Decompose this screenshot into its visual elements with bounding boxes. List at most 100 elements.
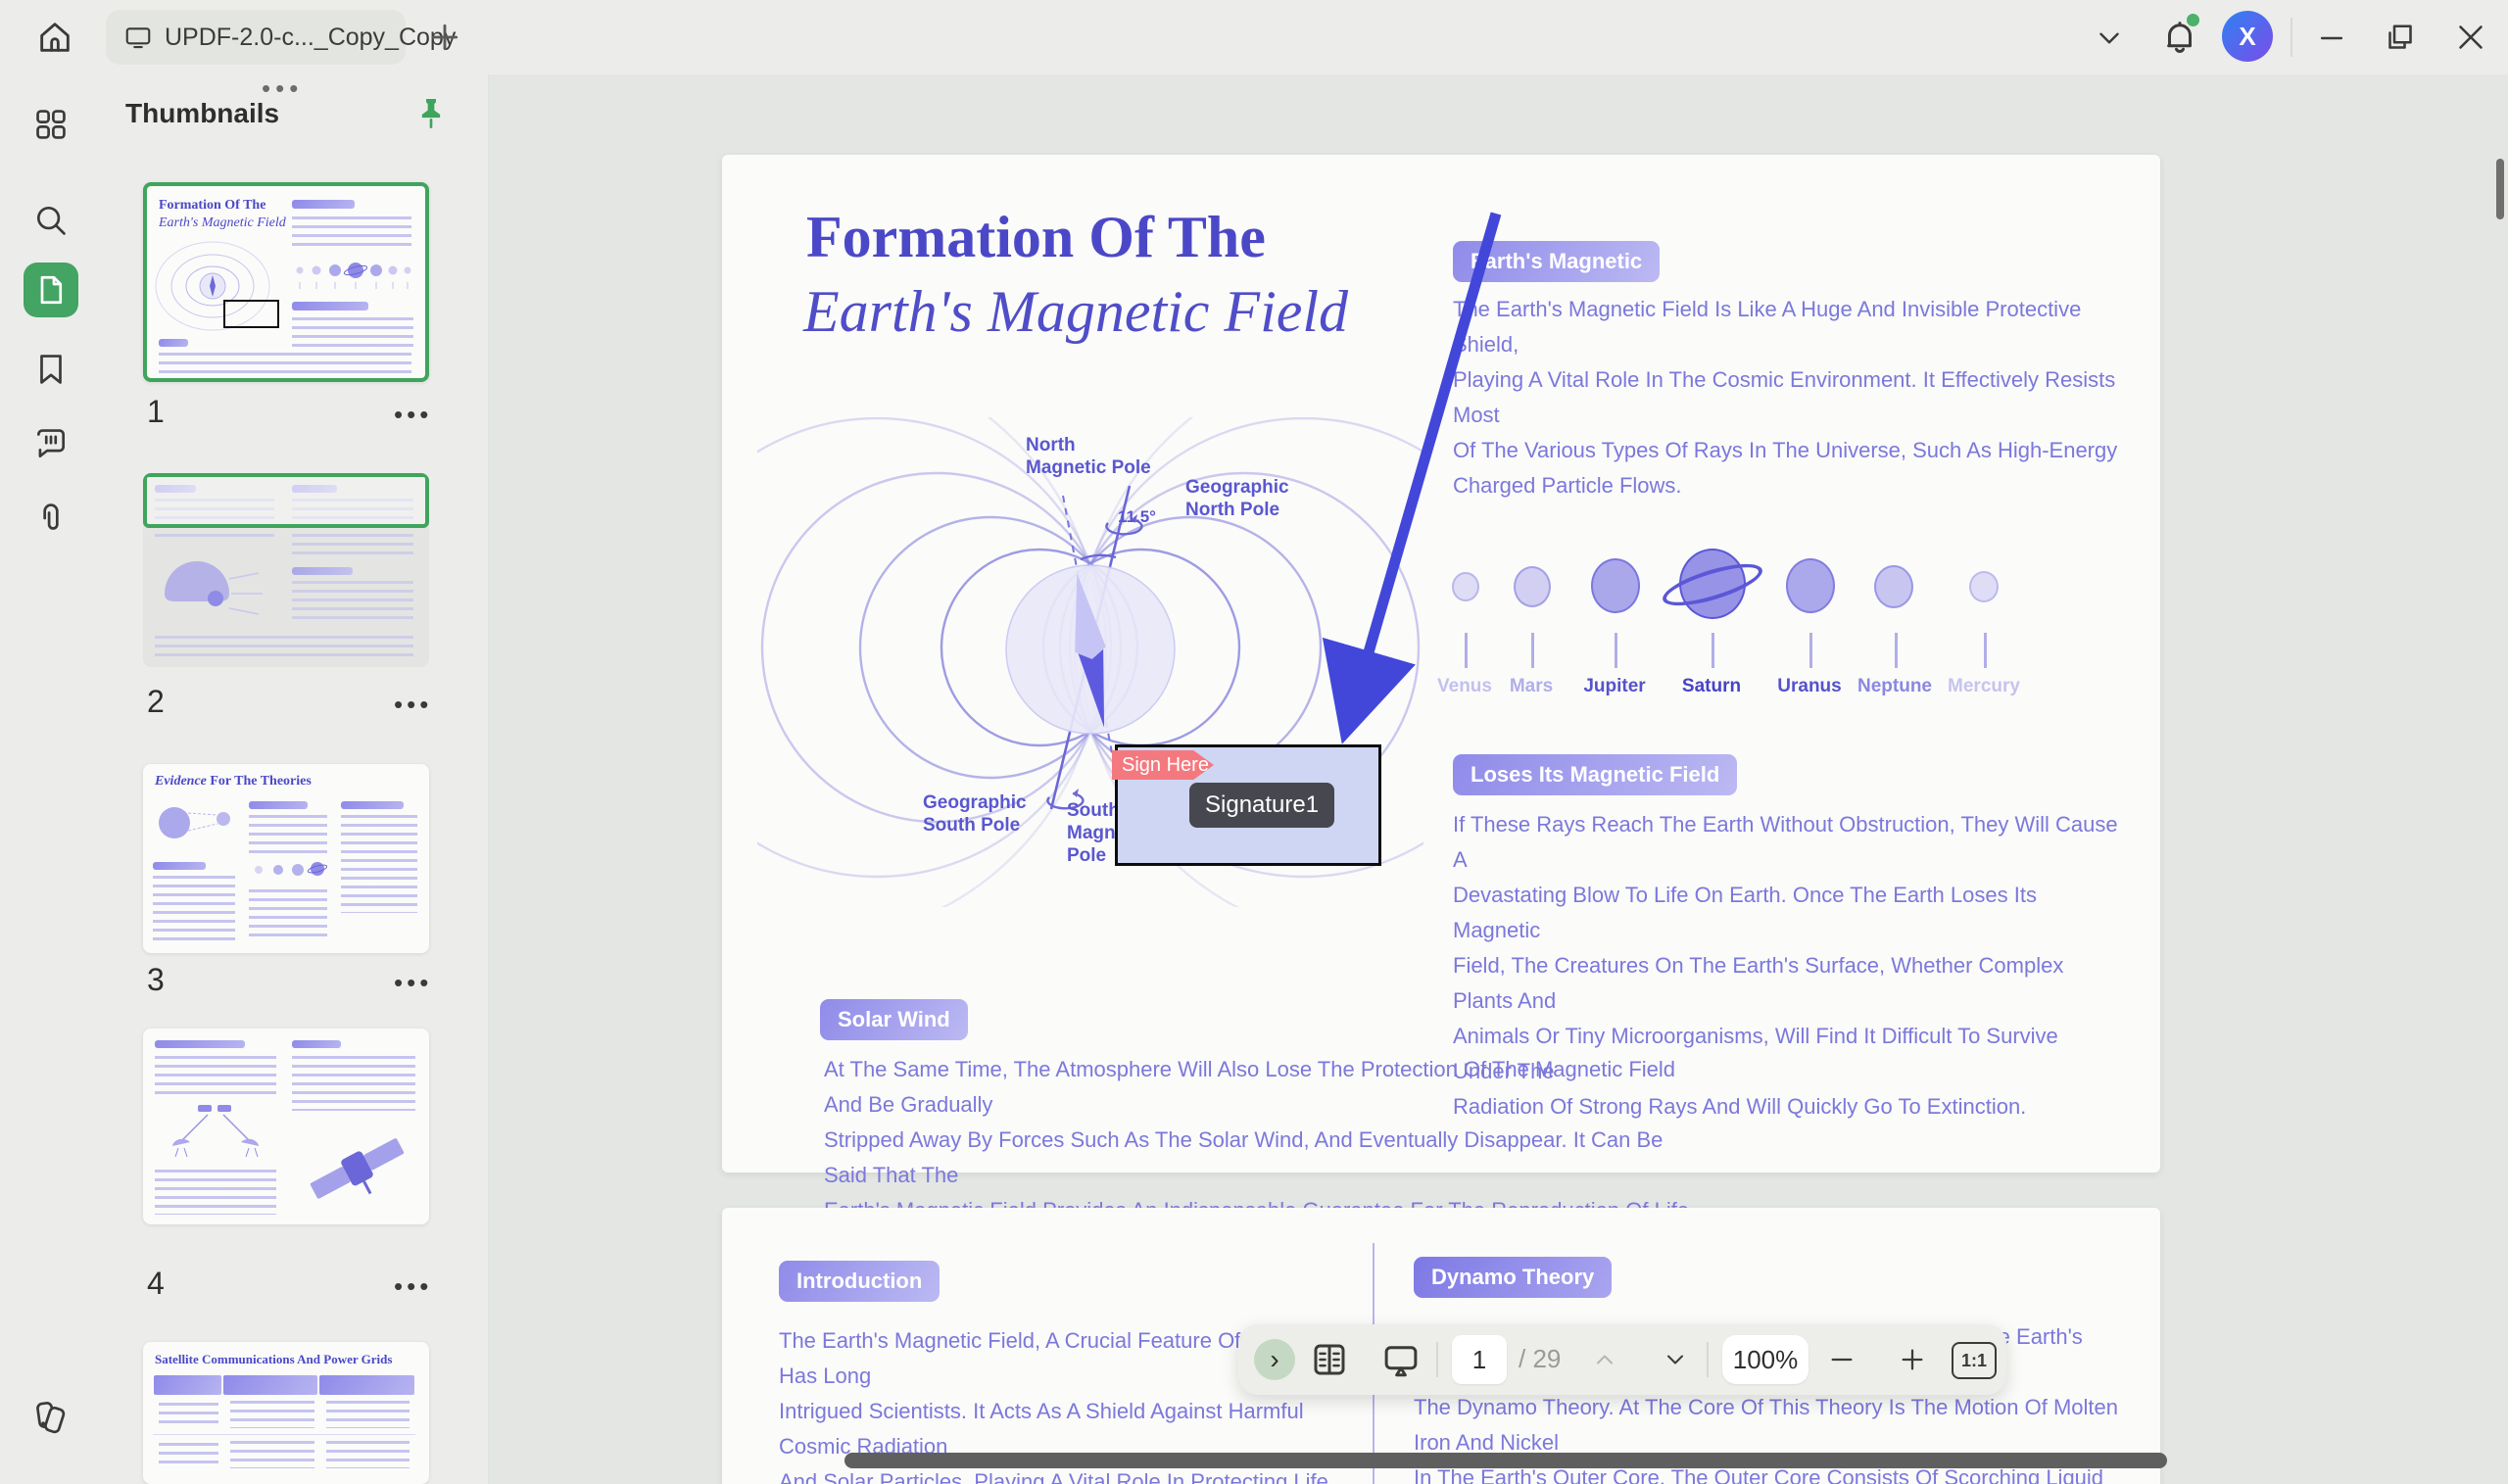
sidebar-item-panels[interactable] [32, 106, 70, 143]
thumb1-signature-rect [223, 300, 279, 328]
planet-tick [1615, 633, 1617, 668]
planet-tick [1809, 633, 1812, 668]
sidebar-item-search[interactable] [32, 202, 70, 239]
thumb3-badge [341, 801, 404, 809]
thumb3-diagram [151, 797, 241, 854]
presentation-mode-icon[interactable] [1379, 1339, 1423, 1380]
thumb3-title: Evidence For The Theories [155, 774, 312, 790]
signature-field-label: Signature1 [1205, 791, 1319, 818]
vertical-scrollbar[interactable] [2496, 159, 2504, 219]
planet-label: Mercury [1930, 676, 2038, 697]
tab-title: UPDF-2.0-c..._Copy_Copy [165, 24, 456, 52]
restore-window-button[interactable] [2383, 20, 2418, 55]
new-tab-button[interactable] [425, 18, 464, 57]
thumb3-badge [249, 801, 308, 809]
thumb4-badge [155, 1040, 245, 1048]
sidebar-item-bookmarks[interactable] [32, 351, 70, 388]
thumb2-core-diagram [153, 559, 270, 628]
doc-title-line1: Formation Of The [806, 204, 1266, 271]
zoom-out-icon[interactable] [1826, 1344, 1857, 1375]
section-text-earths-magnetic: The Earth's Magnetic Field Is Like A Hug… [1453, 292, 2119, 503]
monitor-icon [123, 23, 153, 52]
sidebar-item-thumbnails-active[interactable] [24, 263, 78, 317]
minimize-button[interactable] [2314, 22, 2349, 55]
thumbnail-menu-dots[interactable]: ••• [394, 400, 432, 430]
close-window-button[interactable] [2453, 20, 2488, 55]
app-titlebar: UPDF-2.0-c..._Copy_Copy X [0, 0, 2508, 74]
previous-page-chevron[interactable] [1589, 1346, 1620, 1373]
sidebar-item-attachments[interactable] [32, 500, 70, 537]
planet-tick [1531, 633, 1534, 668]
label-geographic-south-pole: Geographic South Pole [923, 791, 1027, 837]
zoom-in-icon[interactable] [1897, 1344, 1928, 1375]
thumb1-title-2: Earth's Magnetic Field [159, 215, 286, 231]
thumb1-textlines [292, 317, 413, 349]
bell-badge-dot [2187, 14, 2199, 26]
document-tab[interactable]: UPDF-2.0-c..._Copy_Copy [106, 10, 406, 65]
planet-tick [1465, 633, 1468, 668]
thumbnail-page-number: 2 [147, 684, 165, 720]
thumbnail-page-4[interactable] [143, 1029, 429, 1224]
navbar-divider [1707, 1342, 1709, 1377]
planet-mars [1514, 566, 1551, 607]
thumbnail-page-number: 4 [147, 1266, 165, 1302]
thumb3-textlines [249, 815, 327, 854]
notifications-bell-icon[interactable] [2159, 16, 2200, 59]
thumb5-title: Satellite Communications And Power Grids [155, 1352, 419, 1367]
thumbnail-menu-dots[interactable]: ••• [394, 690, 432, 720]
thumb4-textlines [292, 1056, 415, 1111]
thumbnail-page-3[interactable]: Evidence For The Theories [143, 764, 429, 953]
thumb3-textlines [249, 889, 327, 940]
planet-tick [1895, 633, 1898, 668]
actual-size-button[interactable]: 1:1 [1952, 1342, 1997, 1379]
thumb2-textlines [155, 636, 413, 659]
thumb2-viewport-highlight [143, 473, 429, 528]
sidebar-item-stamps[interactable] [32, 1399, 70, 1436]
planet-label: Jupiter [1561, 676, 1668, 697]
thumbnail-page-2[interactable] [143, 473, 429, 667]
expand-chevron-icon: › [1270, 1344, 1278, 1375]
sign-here-label: Sign Here [1122, 754, 1209, 777]
pdf-page-1: Formation Of The Earth's Magnetic Field [722, 155, 2160, 1173]
thumbnail-page-1[interactable]: Formation Of The Earth's Magnetic Field [143, 182, 429, 382]
panel-title: Thumbnails [125, 98, 279, 129]
thumb3-title-rest: For The Theories [207, 774, 312, 789]
thumb1-textlines [292, 216, 411, 251]
section-badge-dynamo: Dynamo Theory [1414, 1257, 1612, 1298]
user-avatar[interactable]: X [2222, 11, 2273, 62]
label-north-magnetic-pole: North Magnetic Pole [1026, 434, 1151, 479]
planet-tick [1712, 633, 1714, 668]
navbar-divider [1436, 1342, 1438, 1377]
thumbnail-menu-dots[interactable]: ••• [394, 1271, 432, 1302]
titlebar-chevron-down[interactable] [2093, 22, 2126, 55]
signature-field-name[interactable]: Signature1 [1189, 783, 1334, 828]
zoom-level-display[interactable]: 100% [1722, 1335, 1809, 1384]
next-page-chevron[interactable] [1660, 1346, 1691, 1373]
page-navigation-bar: › 1 / 29 100% 1:1 [1238, 1324, 2006, 1395]
thumb3-circles [249, 860, 327, 886]
thumb3-badge [153, 862, 206, 870]
thumbnail-page-5[interactable]: Satellite Communications And Power Grids [143, 1342, 429, 1484]
sidebar-item-comments[interactable] [32, 425, 70, 462]
thumb4-satellite [300, 1123, 413, 1213]
collapse-bar-button[interactable]: › [1254, 1339, 1295, 1380]
horizontal-scrollbar[interactable] [844, 1453, 2167, 1468]
reading-mode-icon[interactable] [1309, 1339, 1350, 1380]
page-number-input[interactable]: 1 [1452, 1335, 1507, 1384]
thumb4-dish-diagram [159, 1101, 272, 1162]
thumbnail-menu-dots[interactable]: ••• [394, 968, 432, 998]
thumbnail-page-number: 1 [147, 394, 165, 430]
sidebar-rail [0, 74, 100, 1484]
planet-uranus [1786, 558, 1835, 613]
section-badge-introduction: Introduction [779, 1261, 940, 1302]
sign-here-tag: Sign Here [1112, 750, 1214, 780]
thumb5-table [153, 1375, 415, 1477]
thumb3-textlines [341, 815, 417, 913]
pin-panel-icon[interactable] [411, 92, 451, 135]
thumb1-badge [292, 302, 368, 311]
thumb2-textlines [292, 581, 413, 624]
page-total: / 29 [1519, 1344, 1561, 1374]
zoom-value: 100% [1733, 1345, 1799, 1375]
thumbnail-page-number: 3 [147, 962, 165, 998]
home-button[interactable] [35, 18, 74, 57]
